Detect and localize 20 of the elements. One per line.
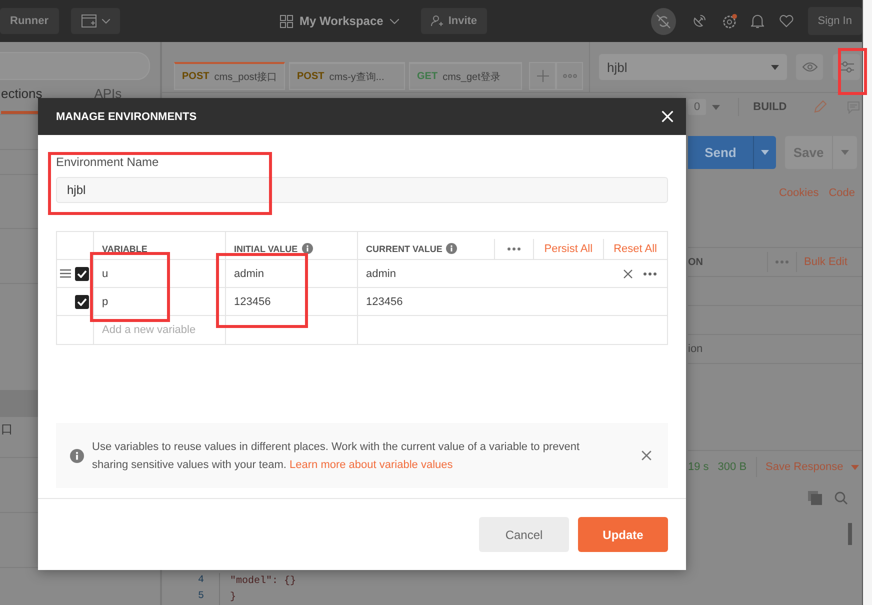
column-header: ON: [688, 256, 704, 268]
line-number: 5: [162, 589, 220, 605]
workspace-name: My Workspace: [300, 14, 384, 28]
code-line: "model": {}: [229, 576, 296, 586]
table-cell: 123456: [366, 296, 403, 308]
table-cell: 123456: [234, 296, 271, 308]
line-number: 4: [162, 573, 220, 589]
info-text: Use variables to reuse values in different places. Work with the current value of a variable to prevent sharing sensitive values with your team. Learn more about variable values: [92, 440, 581, 472]
response-time: 19 s: [688, 461, 709, 473]
column-header: CURRENT VALUE: [366, 244, 442, 254]
table-cell: admin: [366, 268, 396, 280]
column-header: VARIABLE: [102, 244, 148, 254]
column-header: INITIAL VALUE: [234, 244, 298, 254]
code-line: }: [229, 592, 236, 602]
table-cell: admin: [234, 268, 264, 280]
table-cell: p: [102, 296, 108, 308]
response-size: 300 B: [718, 461, 747, 473]
table-cell: u: [102, 268, 108, 280]
dialog-title: MANAGE ENVIRONMENTS: [56, 110, 197, 122]
field-label: Environment Name: [56, 155, 160, 169]
